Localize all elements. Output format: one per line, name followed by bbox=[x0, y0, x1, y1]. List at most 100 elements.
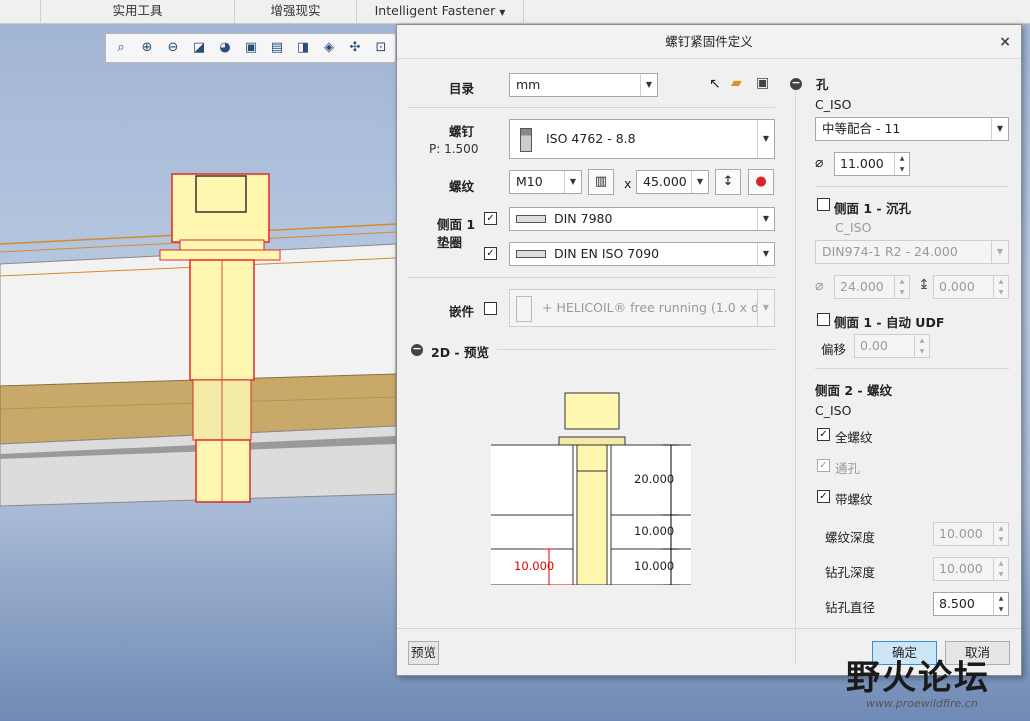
hole-diameter-input[interactable]: 11.000 ▲ ▼ bbox=[834, 152, 910, 176]
pointer-icon[interactable]: ↖ bbox=[709, 76, 721, 92]
cb-depth-input[interactable]: 0.000 ▲ ▼ bbox=[933, 275, 1009, 299]
drill-diam-value: 8.500 bbox=[939, 596, 975, 611]
fit-value: 中等配合 - 11 bbox=[822, 121, 901, 136]
fastener-definition-dialog: 螺钉紧固件定义 × 目录 mm ▼ ↖ ▰ ▣ 螺钉 P: 1.500 ISO 4… bbox=[396, 24, 1022, 676]
repaint-icon[interactable]: ◪ bbox=[190, 39, 208, 57]
counterbore-select[interactable]: DIN974-1 R2 - 24.000 ▼ bbox=[815, 240, 1009, 264]
catalog-select[interactable]: mm ▼ bbox=[509, 73, 658, 97]
length-select[interactable]: 45.000 ▼ bbox=[636, 170, 709, 194]
drill-depth-label: 钻孔深度 bbox=[825, 565, 876, 580]
helicoil-icon bbox=[516, 295, 532, 322]
counterbore-label: 侧面 1 - 沉孔 bbox=[834, 201, 911, 216]
spinner-icon[interactable]: ▲ ▼ bbox=[894, 276, 909, 298]
spinner-icon[interactable]: ▲ ▼ bbox=[993, 276, 1008, 298]
column-separator bbox=[795, 85, 796, 665]
catalog-label: 目录 bbox=[449, 81, 475, 96]
offset-label: 偏移 bbox=[821, 342, 847, 357]
footer-separator bbox=[397, 628, 1021, 629]
hole-diameter-value: 11.000 bbox=[840, 156, 884, 171]
render-icon[interactable]: ◕ bbox=[216, 39, 234, 57]
preview-button[interactable]: 预览 bbox=[408, 641, 439, 665]
spinner-icon[interactable]: ▲ ▼ bbox=[993, 593, 1008, 615]
drill-diam-input[interactable]: 8.500 ▲ ▼ bbox=[933, 592, 1009, 616]
insert-label: 嵌件 bbox=[449, 304, 475, 319]
auto-udf-checkbox[interactable] bbox=[817, 313, 830, 326]
screw-label: 螺钉 bbox=[449, 124, 475, 139]
close-icon[interactable]: × bbox=[999, 25, 1011, 59]
spinner-icon[interactable]: ▲ ▼ bbox=[914, 335, 929, 357]
thread-depth-input[interactable]: 10.000 ▲ ▼ bbox=[933, 522, 1009, 546]
screw-value: ISO 4762 - 8.8 bbox=[546, 131, 636, 146]
annotation-icon[interactable]: ⊡ bbox=[372, 39, 390, 57]
counterbore-value: DIN974-1 R2 - 24.000 bbox=[822, 244, 958, 259]
fit-select[interactable]: 中等配合 - 11 ▼ bbox=[815, 117, 1009, 141]
chevron-down-icon: ▼ bbox=[757, 243, 774, 265]
counterbore-checkbox[interactable] bbox=[817, 198, 830, 211]
spinner-icon[interactable]: ▲ ▼ bbox=[993, 523, 1008, 545]
washer1-checkbox[interactable]: ✓ bbox=[484, 212, 497, 225]
spinner-icon[interactable]: ▲ ▼ bbox=[993, 558, 1008, 580]
screw-select[interactable]: ISO 4762 - 8.8 ▼ bbox=[509, 119, 775, 159]
section-icon[interactable]: ◈ bbox=[320, 39, 338, 57]
through-checkbox[interactable]: ✓ bbox=[817, 459, 830, 472]
collapse-2d-preview-icon[interactable]: − bbox=[411, 343, 423, 356]
menu-intelligent-fastener[interactable]: Intelligent Fastener ▼ bbox=[357, 0, 524, 24]
washer2-select[interactable]: DIN EN ISO 7090 ▼ bbox=[509, 242, 775, 266]
diameter-icon: ⌀ bbox=[815, 155, 824, 171]
dim-10-a: 10.000 bbox=[634, 524, 675, 538]
thread-depth-value: 10.000 bbox=[939, 526, 983, 541]
washer2-value: DIN EN ISO 7090 bbox=[554, 246, 660, 261]
collapse-hole-icon[interactable]: − bbox=[790, 77, 802, 90]
separator bbox=[407, 277, 775, 278]
spinner-icon[interactable]: ▲ ▼ bbox=[894, 153, 909, 175]
separator bbox=[815, 186, 1009, 187]
model-viewport[interactable] bbox=[0, 64, 396, 721]
counterbore-standard: C_ISO bbox=[835, 220, 872, 235]
insert-checkbox[interactable] bbox=[484, 302, 497, 315]
menu-utility-tools[interactable]: 实用工具 bbox=[40, 0, 235, 24]
washer-icon bbox=[516, 215, 546, 223]
thread-length-icon[interactable]: ▥ bbox=[588, 169, 614, 195]
offset-input[interactable]: 0.00 ▲ ▼ bbox=[854, 334, 930, 358]
open-folder-icon[interactable]: ▰ bbox=[731, 75, 742, 91]
full-thread-checkbox[interactable]: ✓ bbox=[817, 428, 830, 441]
graphics-toolbar: ⌕ ⊕ ⊖ ◪ ◕ ▣ ▤ ◨ ◈ ✣ ⊡ bbox=[105, 33, 396, 63]
times-sign: x bbox=[624, 176, 632, 191]
preview2d-label: 2D - 预览 bbox=[431, 345, 489, 360]
auto-length-icon[interactable]: ● bbox=[748, 169, 774, 195]
washer2-checkbox[interactable]: ✓ bbox=[484, 247, 497, 260]
zoom-in-icon[interactable]: ⊕ bbox=[138, 39, 156, 57]
diameter-icon: ⌀ bbox=[815, 278, 824, 294]
separator bbox=[407, 107, 775, 108]
washer-label: 垫圈 bbox=[437, 235, 463, 250]
save-icon[interactable]: ▣ bbox=[756, 75, 769, 91]
watermark-logo: 野火论坛 bbox=[846, 658, 990, 698]
chevron-down-icon: ▼ bbox=[757, 290, 774, 326]
chevron-down-icon: ▼ bbox=[691, 171, 708, 193]
screw-icon bbox=[520, 127, 532, 152]
thread-depth-label: 螺纹深度 bbox=[825, 530, 876, 545]
chevron-down-icon: ▼ bbox=[564, 171, 581, 193]
top-menubar: 实用工具 增强现实 Intelligent Fastener ▼ bbox=[0, 0, 1030, 24]
zoom-fit-icon[interactable]: ⌕ bbox=[112, 39, 130, 57]
insert-select[interactable]: + HELICOIL® free running (1.0 x d) ▼ bbox=[509, 289, 775, 327]
cb-diameter-input[interactable]: 24.000 ▲ ▼ bbox=[834, 275, 910, 299]
zoom-out-icon[interactable]: ⊖ bbox=[164, 39, 182, 57]
thread-size-select[interactable]: M10 ▼ bbox=[509, 170, 582, 194]
view-manager-icon[interactable]: ▤ bbox=[268, 39, 286, 57]
hole-title: 孔 bbox=[816, 77, 829, 92]
drill-depth-input[interactable]: 10.000 ▲ ▼ bbox=[933, 557, 1009, 581]
dim-10-b: 10.000 bbox=[634, 559, 675, 573]
watermark-url: www.proewildfire.cn bbox=[866, 697, 978, 710]
measure-length-icon[interactable]: ↕ bbox=[715, 169, 741, 195]
spin-center-icon[interactable]: ✣ bbox=[346, 39, 364, 57]
saved-views-icon[interactable]: ▣ bbox=[242, 39, 260, 57]
2d-preview-diagram bbox=[491, 392, 691, 585]
tapped-checkbox[interactable]: ✓ bbox=[817, 490, 830, 503]
menu-augmented-reality[interactable]: 增强现实 bbox=[235, 0, 357, 24]
chevron-down-icon: ▼ bbox=[991, 241, 1008, 263]
washer-icon bbox=[516, 250, 546, 258]
menu-intelligent-fastener-label: Intelligent Fastener bbox=[374, 3, 496, 18]
washer1-select[interactable]: DIN 7980 ▼ bbox=[509, 207, 775, 231]
perspective-icon[interactable]: ◨ bbox=[294, 39, 312, 57]
